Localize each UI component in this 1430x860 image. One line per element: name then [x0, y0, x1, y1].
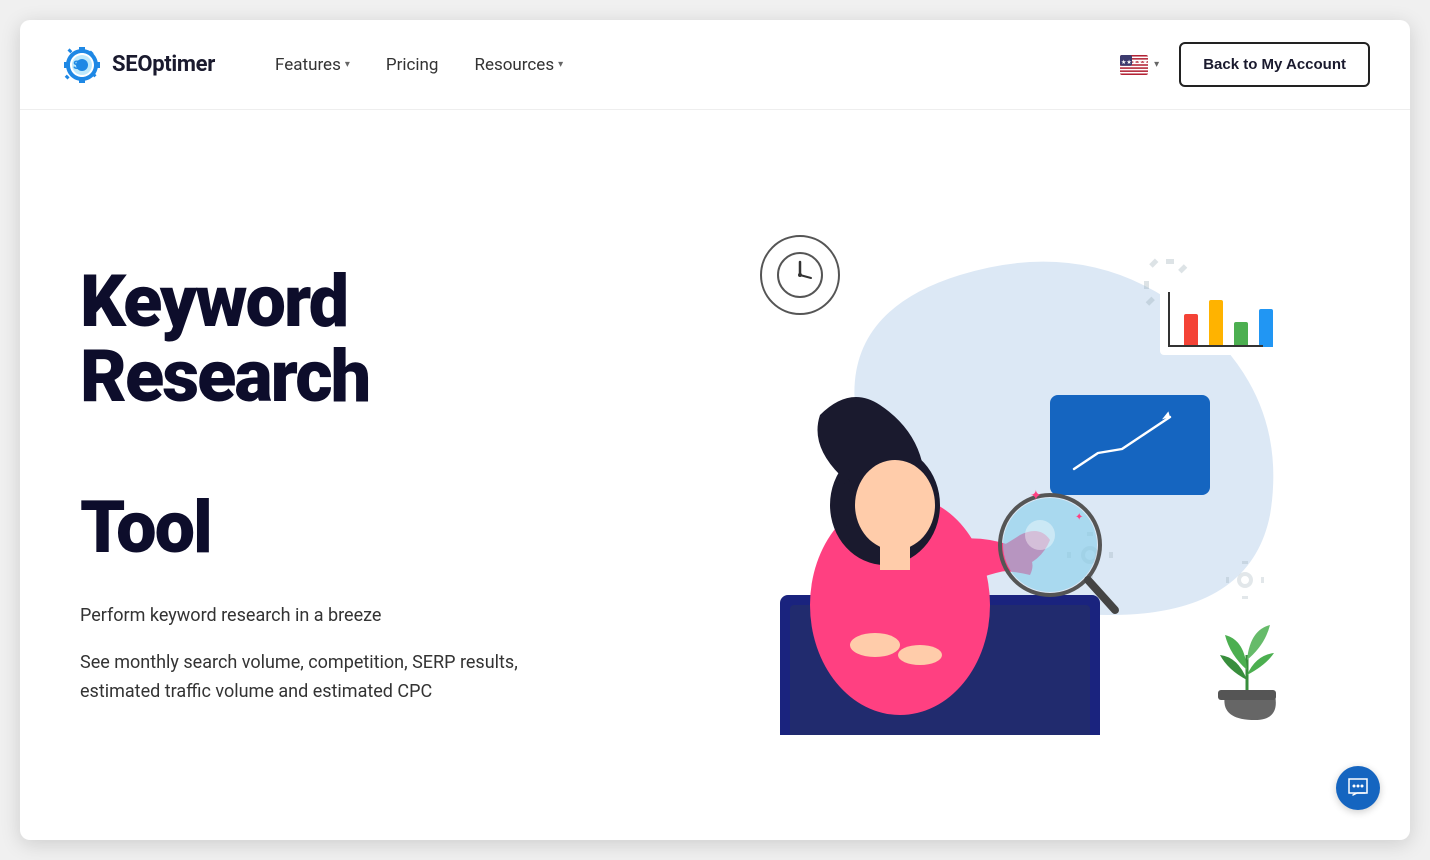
illustration-container: ✦ ✦ — [640, 175, 1290, 775]
features-chevron-icon: ▾ — [345, 59, 350, 70]
resources-chevron-icon: ▾ — [558, 59, 563, 70]
resources-nav-item[interactable]: Resources ▾ — [474, 55, 563, 75]
svg-text:★★★★★★: ★★★★★★ — [1121, 59, 1148, 66]
svg-text:✦: ✦ — [1075, 512, 1083, 523]
us-flag-icon: ★★★★★★ — [1120, 55, 1148, 75]
logo-icon: S — [60, 43, 104, 87]
nav-links: Features ▾ Pricing Resources ▾ — [275, 55, 563, 75]
back-to-account-button[interactable]: Back to My Account — [1179, 42, 1370, 87]
chart-bar-3 — [1234, 322, 1248, 347]
person-illustration: ✦ ✦ — [700, 285, 1200, 735]
language-selector[interactable]: ★★★★★★ ▾ — [1120, 55, 1159, 75]
hero-title-line1: Keyword — [80, 259, 347, 344]
plant-illustration — [1200, 615, 1280, 715]
svg-text:✦: ✦ — [1030, 488, 1042, 504]
features-nav-item[interactable]: Features ▾ — [275, 55, 350, 75]
language-chevron-icon: ▾ — [1154, 59, 1159, 70]
hero-title-line2: Research — [80, 339, 369, 415]
logo-text: SEOptimer — [112, 52, 215, 77]
hero-subtitle2: See monthly search volume, competition, … — [80, 649, 580, 707]
hero-section: Keyword Research Tool Perform keyword re… — [20, 110, 1410, 840]
chart-bar-4 — [1259, 309, 1273, 348]
chart-bar-2 — [1209, 300, 1223, 347]
hero-title-line3: Tool — [80, 485, 211, 570]
chat-icon — [1347, 777, 1369, 799]
browser-frame: S SEOptimer Features ▾ Pricing Resources… — [20, 20, 1410, 840]
hero-left: Keyword Research Tool Perform keyword re… — [80, 110, 580, 840]
navbar: S SEOptimer Features ▾ Pricing Resources… — [20, 20, 1410, 110]
hero-right: ✦ ✦ — [580, 110, 1350, 840]
logo-link[interactable]: S SEOptimer — [60, 43, 215, 87]
hero-subtitle1: Perform keyword research in a breeze — [80, 602, 580, 629]
svg-text:S: S — [73, 58, 81, 72]
pricing-nav-item[interactable]: Pricing — [386, 55, 439, 75]
gear-small-icon — [1225, 560, 1265, 600]
hero-title: Keyword Research Tool — [80, 264, 580, 566]
